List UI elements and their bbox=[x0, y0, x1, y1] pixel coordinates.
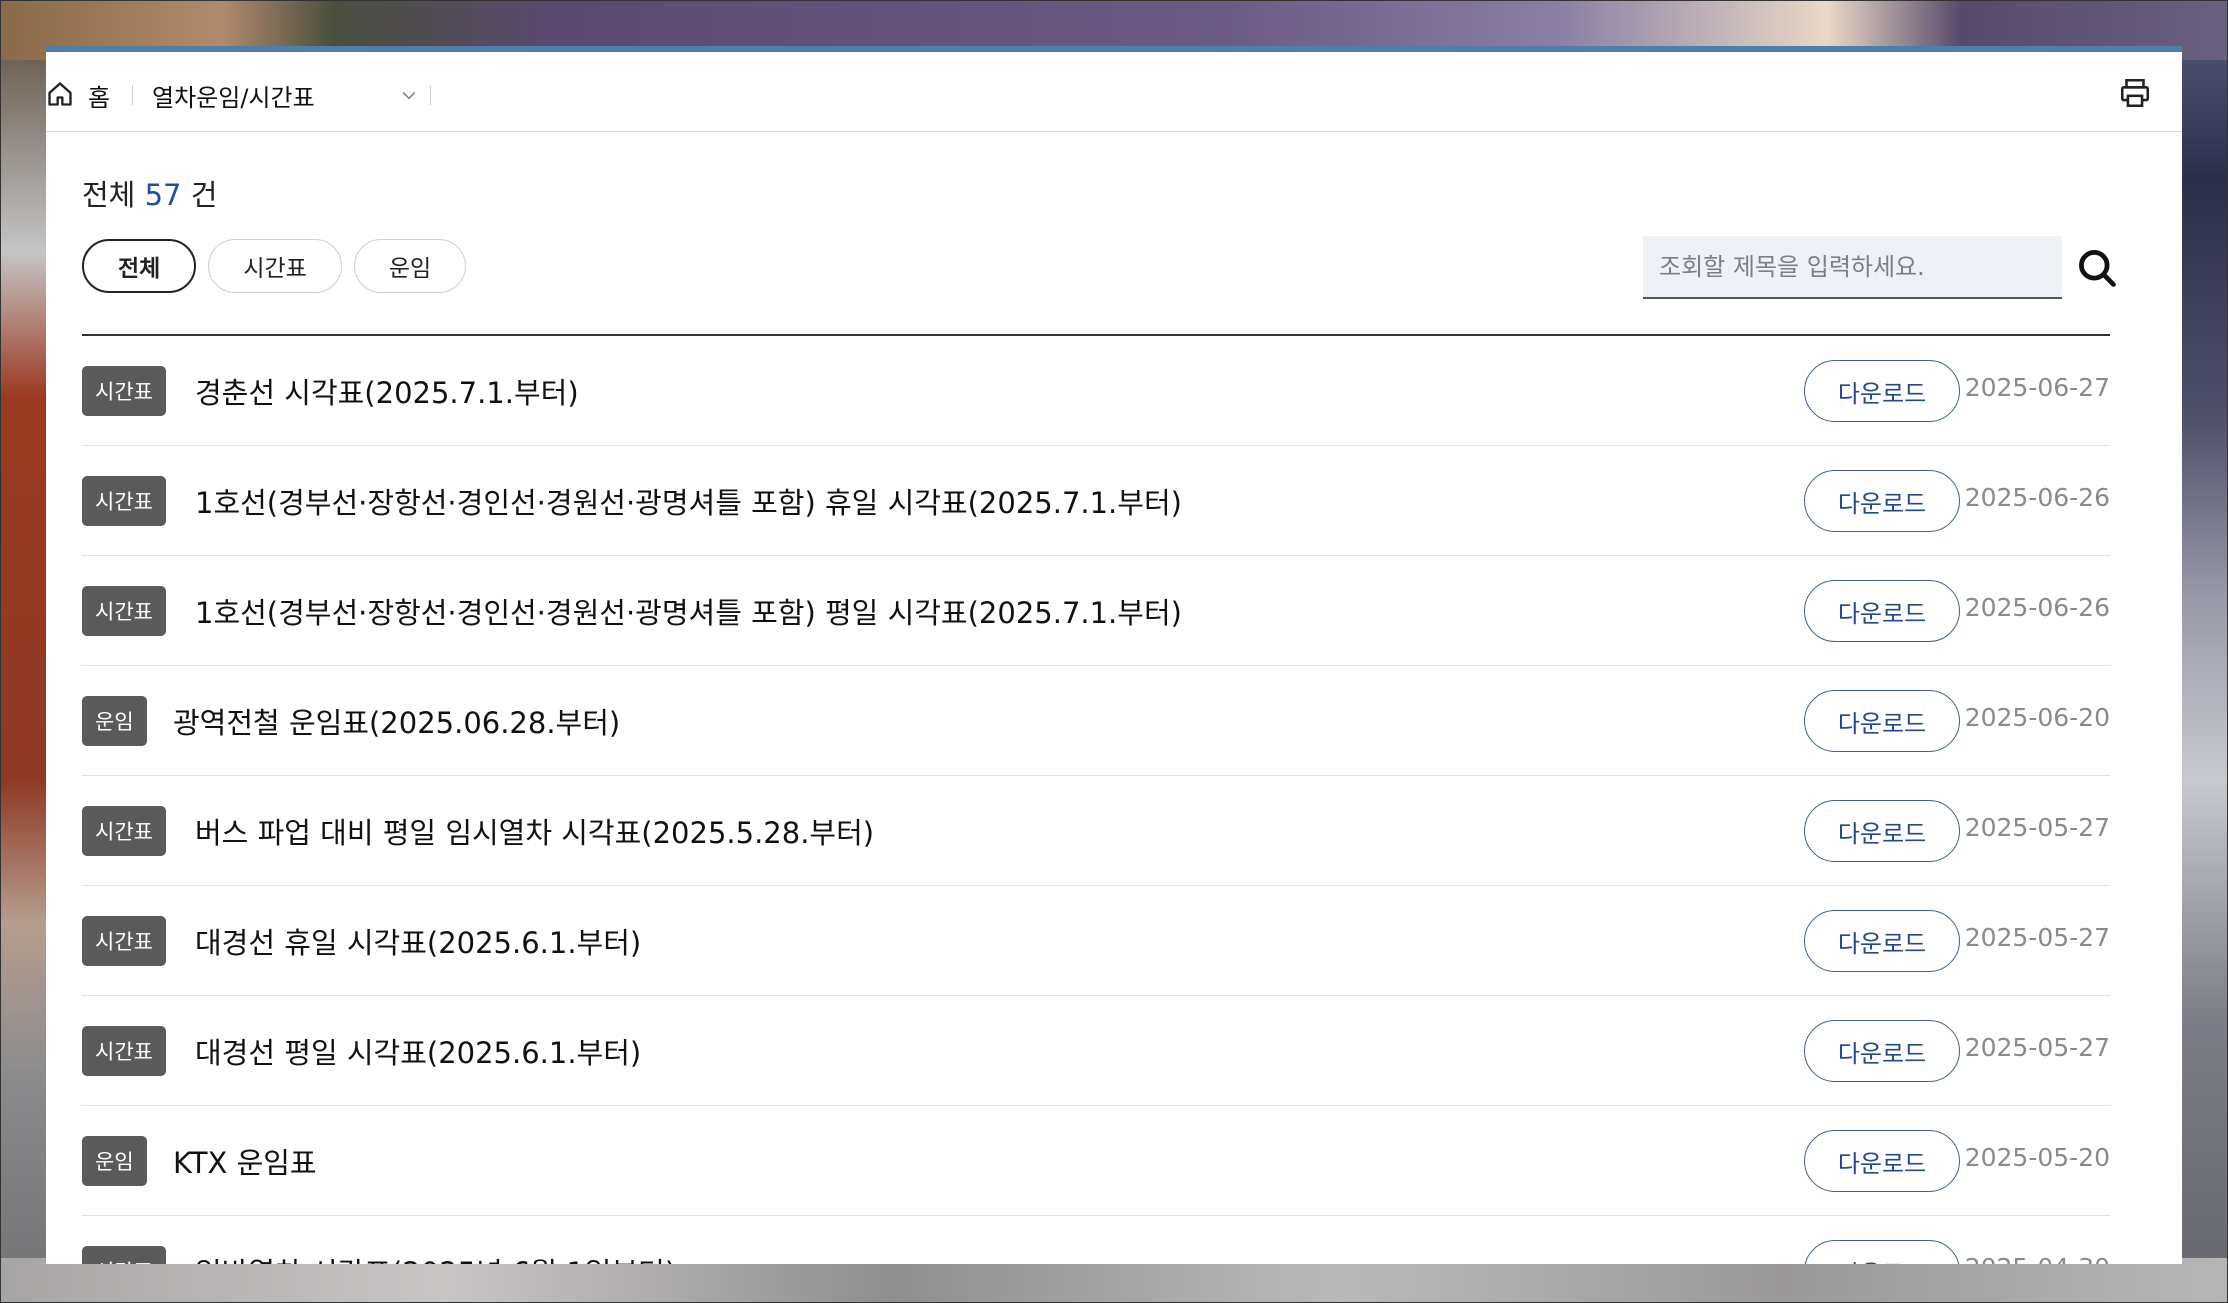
item-date: 2025-05-27 bbox=[1964, 923, 2110, 952]
list-item: 시간표 1호선(경부선·장항선·경인선·경원선·광명셔틀 포함) 휴일 시각표(… bbox=[82, 446, 2110, 556]
download-button[interactable]: 다운로드 bbox=[1804, 1020, 1960, 1082]
download-button[interactable]: 다운로드 bbox=[1804, 910, 1960, 972]
search-input[interactable] bbox=[1643, 236, 2062, 297]
download-button[interactable]: 다운로드 bbox=[1804, 1240, 1960, 1264]
breadcrumb-divider bbox=[132, 85, 133, 105]
home-icon[interactable] bbox=[46, 80, 74, 108]
breadcrumb-bar: 홈 열차운임/시간표 bbox=[46, 52, 2182, 132]
list-item: 시간표 버스 파업 대비 평일 임시열차 시각표(2025.5.28.부터) 다… bbox=[82, 776, 2110, 886]
item-date: 2025-06-20 bbox=[1964, 703, 2110, 732]
breadcrumb-home[interactable]: 홈 bbox=[88, 78, 110, 113]
download-button[interactable]: 다운로드 bbox=[1804, 470, 1960, 532]
item-date: 2025-05-20 bbox=[1964, 1143, 2110, 1172]
filter-tabs: 전체 시간표 운임 bbox=[82, 239, 467, 293]
list-item: 시간표 일반열차 시각표(2025년 6월 1일부터) 다운로드 2025-04… bbox=[82, 1216, 2110, 1264]
chevron-down-icon[interactable] bbox=[398, 85, 420, 105]
category-badge: 시간표 bbox=[82, 476, 166, 526]
list-item: 운임 광역전철 운임표(2025.06.28.부터) 다운로드 2025-06-… bbox=[82, 666, 2110, 776]
category-badge: 시간표 bbox=[82, 1026, 166, 1076]
item-title[interactable]: 광역전철 운임표(2025.06.28.부터) bbox=[173, 700, 620, 742]
item-title[interactable]: 경춘선 시각표(2025.7.1.부터) bbox=[195, 370, 579, 412]
category-badge: 시간표 bbox=[82, 366, 166, 416]
item-title[interactable]: 버스 파업 대비 평일 임시열차 시각표(2025.5.28.부터) bbox=[195, 810, 874, 852]
category-badge: 운임 bbox=[82, 696, 147, 746]
list-item: 시간표 1호선(경부선·장항선·경인선·경원선·광명셔틀 포함) 평일 시각표(… bbox=[82, 556, 2110, 666]
item-title[interactable]: 대경선 평일 시각표(2025.6.1.부터) bbox=[195, 1030, 641, 1072]
category-badge: 시간표 bbox=[82, 586, 166, 636]
category-badge: 운임 bbox=[82, 1136, 147, 1186]
item-title[interactable]: 1호선(경부선·장항선·경인선·경원선·광명셔틀 포함) 휴일 시각표(2025… bbox=[195, 480, 1182, 522]
count-number: 57 bbox=[144, 178, 182, 212]
download-button[interactable]: 다운로드 bbox=[1804, 580, 1960, 642]
item-date: 2025-06-27 bbox=[1964, 373, 2110, 402]
background-left bbox=[0, 60, 46, 1260]
count-suffix: 건 bbox=[190, 178, 218, 212]
list-item: 시간표 경춘선 시각표(2025.7.1.부터) 다운로드 2025-06-27 bbox=[82, 336, 2110, 446]
category-badge: 시간표 bbox=[82, 806, 166, 856]
download-button[interactable]: 다운로드 bbox=[1804, 360, 1960, 422]
breadcrumb-current[interactable]: 열차운임/시간표 bbox=[152, 78, 315, 113]
item-date: 2025-06-26 bbox=[1964, 593, 2110, 622]
filter-all[interactable]: 전체 bbox=[82, 239, 197, 293]
item-title[interactable]: KTX 운임표 bbox=[173, 1140, 317, 1182]
background-right bbox=[2182, 60, 2228, 1260]
item-date: 2025-06-26 bbox=[1964, 483, 2110, 512]
item-date: 2025-05-27 bbox=[1964, 1033, 2110, 1062]
filter-fare[interactable]: 운임 bbox=[353, 239, 467, 293]
filter-timetable[interactable]: 시간표 bbox=[208, 239, 342, 293]
breadcrumb-divider bbox=[430, 85, 431, 105]
item-date: 2025-05-27 bbox=[1964, 813, 2110, 842]
category-badge: 시간표 bbox=[82, 916, 166, 966]
total-count: 전체 57 건 bbox=[82, 172, 217, 214]
content-panel: 홈 열차운임/시간표 전체 57 건 전체 시간표 운임 조회할 제목을 입력하… bbox=[46, 46, 2182, 1264]
background-bottom bbox=[0, 1258, 2228, 1303]
list-item: 시간표 대경선 휴일 시각표(2025.6.1.부터) 다운로드 2025-05… bbox=[82, 886, 2110, 996]
list-item: 시간표 대경선 평일 시각표(2025.6.1.부터) 다운로드 2025-05… bbox=[82, 996, 2110, 1106]
item-date: 2025-04-30 bbox=[1965, 1253, 2110, 1264]
category-badge: 시간표 bbox=[82, 1246, 166, 1264]
search-box bbox=[1643, 236, 2062, 299]
document-list: 시간표 경춘선 시각표(2025.7.1.부터) 다운로드 2025-06-27… bbox=[82, 334, 2110, 1264]
download-button[interactable]: 다운로드 bbox=[1804, 800, 1960, 862]
download-button[interactable]: 다운로드 bbox=[1804, 1130, 1960, 1192]
count-prefix: 전체 bbox=[82, 178, 136, 212]
item-title[interactable]: 대경선 휴일 시각표(2025.6.1.부터) bbox=[195, 920, 641, 962]
print-icon[interactable] bbox=[2118, 76, 2152, 110]
item-title[interactable]: 일반열차 시각표(2025년 6월 1일부터) bbox=[195, 1250, 676, 1264]
item-title[interactable]: 1호선(경부선·장항선·경인선·경원선·광명셔틀 포함) 평일 시각표(2025… bbox=[195, 590, 1182, 632]
search-icon[interactable] bbox=[2075, 246, 2119, 290]
list-item: 운임 KTX 운임표 다운로드 2025-05-20 bbox=[82, 1106, 2110, 1216]
download-button[interactable]: 다운로드 bbox=[1804, 690, 1960, 752]
